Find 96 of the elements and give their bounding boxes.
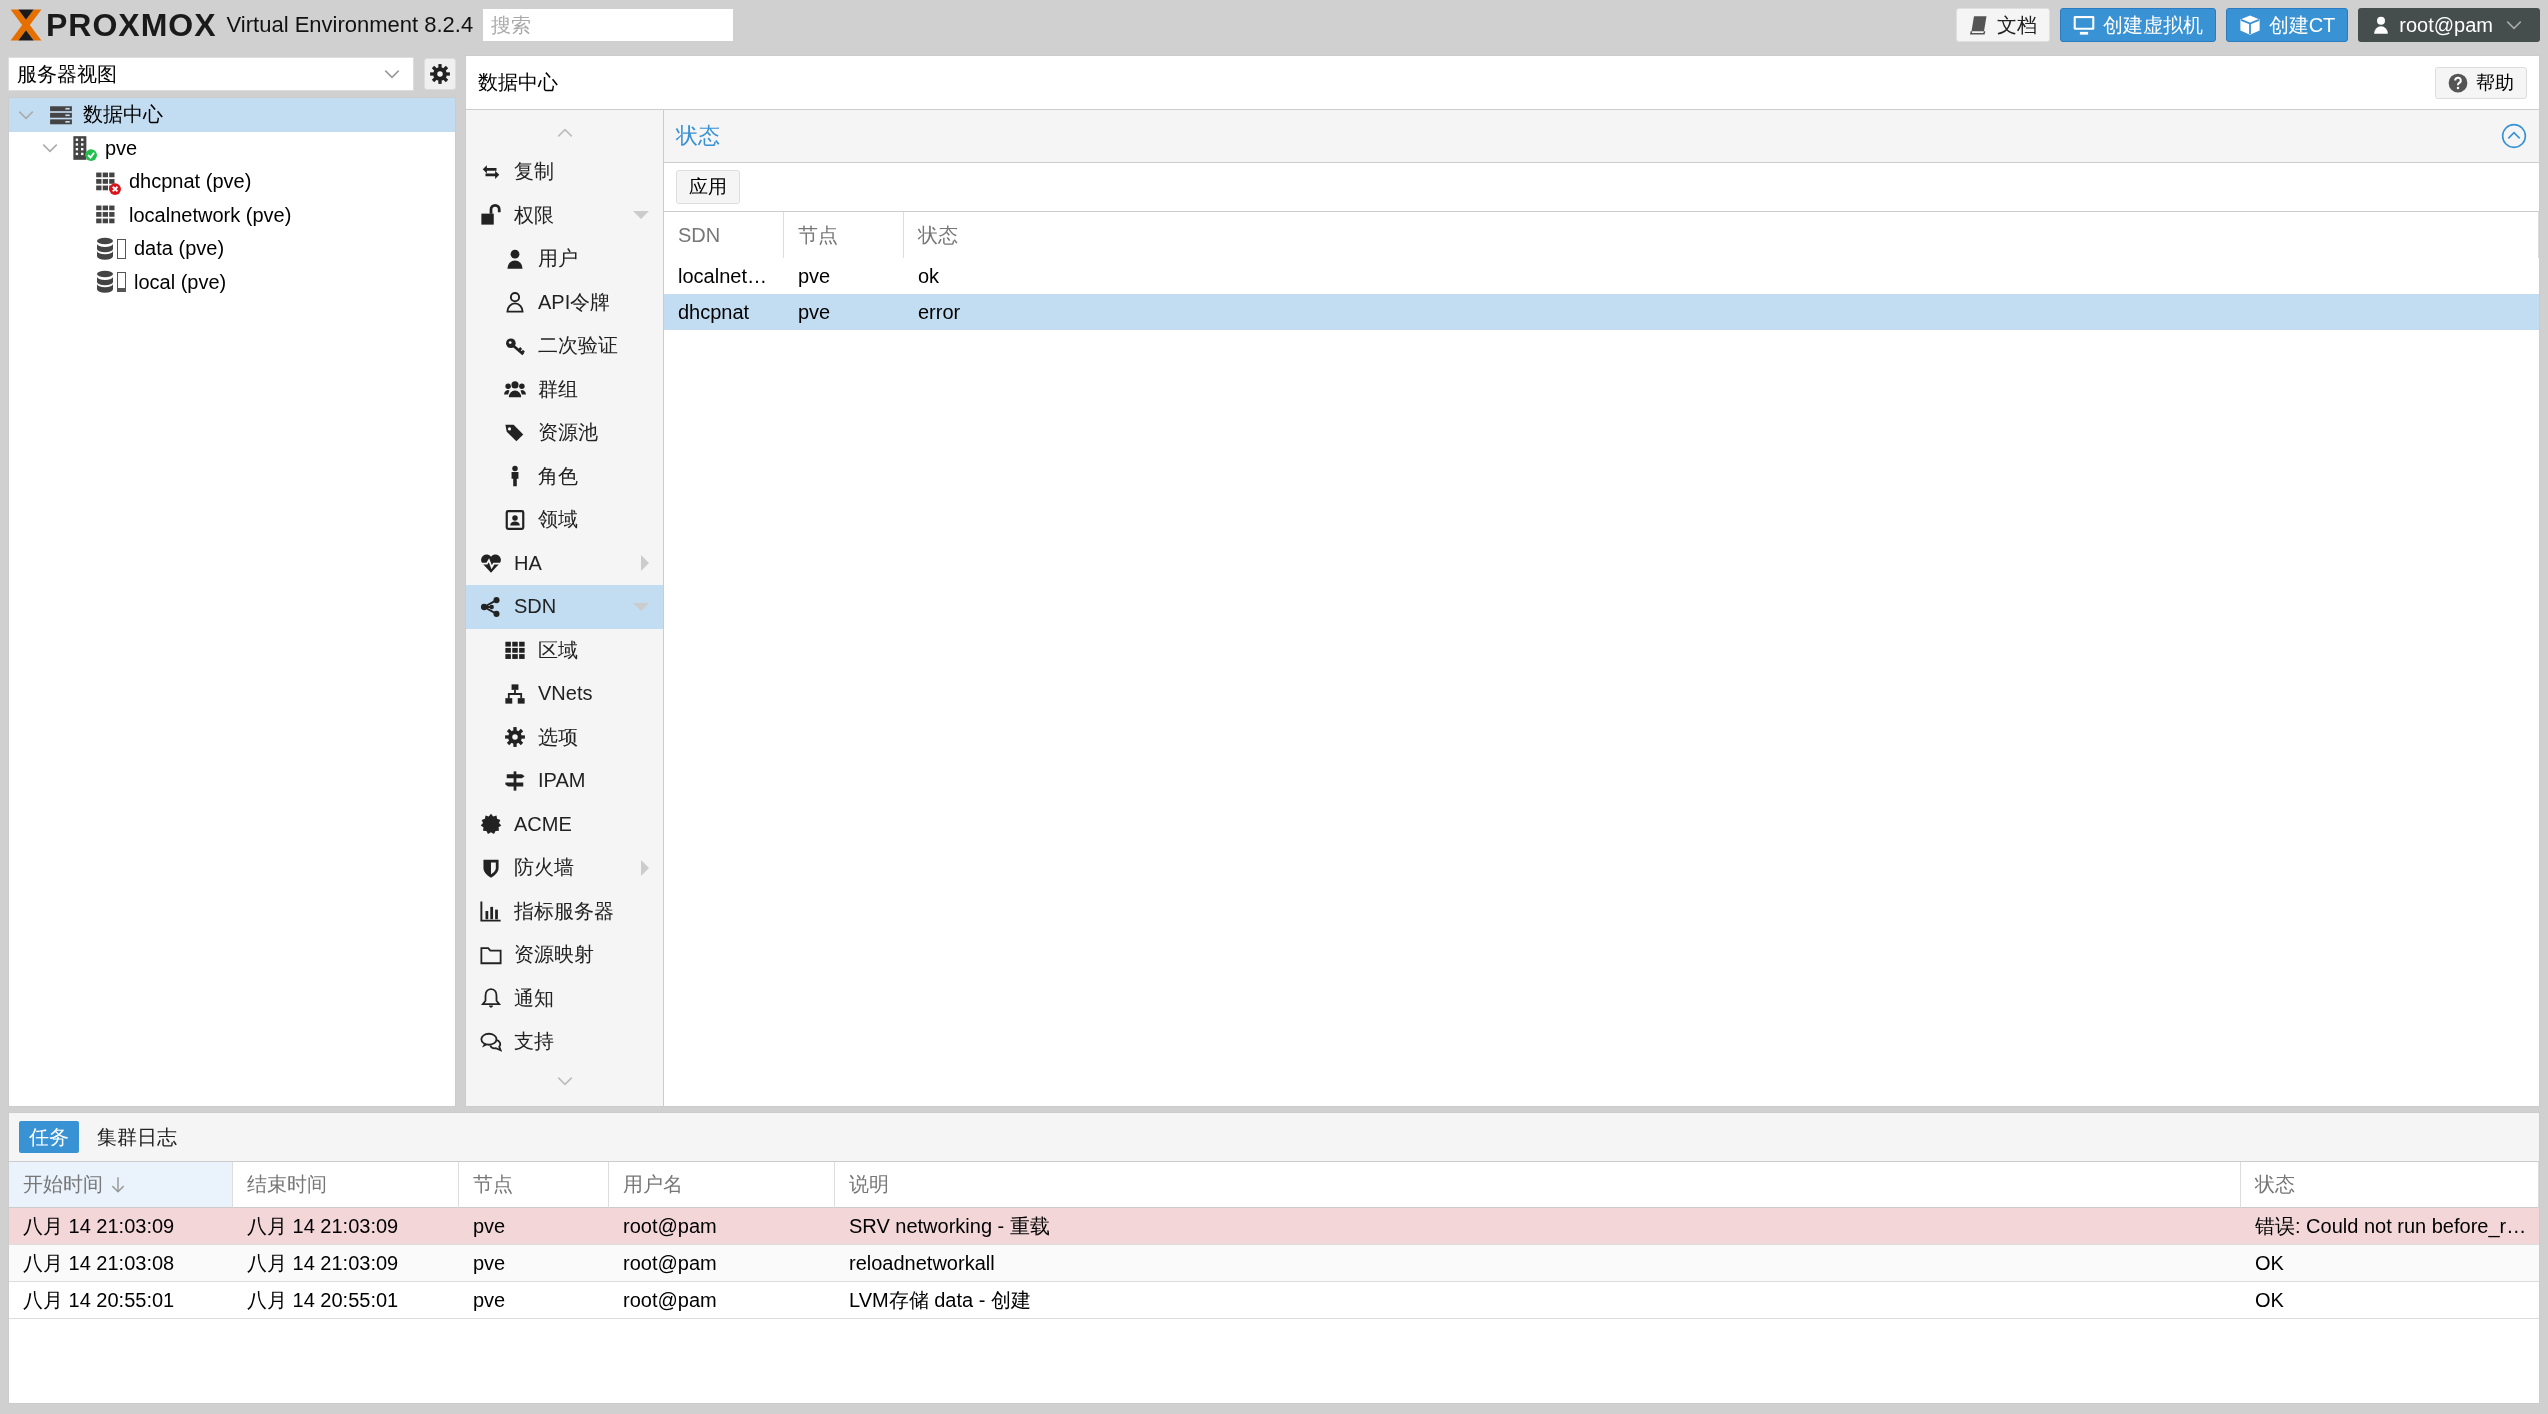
usage-meter	[117, 238, 126, 259]
tab[interactable]: 集群日志	[87, 1121, 187, 1153]
table-cell[interactable]: OK	[2241, 1282, 2539, 1319]
nav-item[interactable]: HA	[466, 541, 663, 585]
table-cell[interactable]: 八月 14 21:03:09	[9, 1208, 233, 1245]
table-cell[interactable]: pve	[784, 294, 904, 330]
nav-item[interactable]: ACME	[466, 802, 663, 846]
cube-icon	[2238, 14, 2261, 36]
table-cell[interactable]: 八月 14 20:55:01	[233, 1282, 459, 1319]
nav-item[interactable]: SDN	[466, 585, 663, 629]
tree-item[interactable]: 数据中心	[83, 101, 163, 129]
signpost-icon	[504, 769, 526, 792]
chat-bubbles-icon	[480, 1030, 502, 1053]
table-cell[interactable]: 八月 14 21:03:09	[233, 1245, 459, 1282]
tree-item[interactable]: local (pve)	[134, 270, 227, 294]
nav-item[interactable]: 指标服务器	[466, 889, 663, 933]
tree-item[interactable]: data (pve)	[134, 237, 225, 261]
user-outline-icon	[504, 291, 526, 314]
book-icon	[1968, 15, 1989, 35]
table-cell[interactable]: localnet…	[664, 258, 784, 294]
column-header[interactable]: 开始时间	[9, 1162, 233, 1208]
table-cell[interactable]: pve	[459, 1282, 609, 1319]
tree-item[interactable]: dhcpnat (pve)	[129, 170, 252, 194]
table-cell[interactable]: OK	[2241, 1245, 2539, 1282]
table-cell[interactable]: 八月 14 20:55:01	[9, 1282, 233, 1319]
nav-item[interactable]: 支持	[466, 1020, 663, 1064]
column-header[interactable]: 状态	[904, 212, 2539, 258]
table-cell[interactable]: LVM存储 data - 创建	[835, 1282, 2241, 1319]
table-cell[interactable]: pve	[459, 1245, 609, 1282]
table-cell[interactable]: root@pam	[609, 1208, 835, 1245]
caret-right-icon	[641, 859, 649, 876]
column-header[interactable]: SDN	[664, 212, 784, 258]
collapse-icon	[2501, 123, 2527, 149]
table-cell[interactable]: pve	[459, 1208, 609, 1245]
nav-item[interactable]: 防火墙	[466, 846, 663, 890]
nav-item[interactable]: 资源池	[466, 411, 663, 455]
question-circle-icon	[2448, 72, 2468, 93]
database-icon	[95, 236, 115, 261]
network-nodes-icon	[480, 595, 502, 618]
tree-item[interactable]: localnetwork (pve)	[129, 203, 292, 227]
table-cell[interactable]: dhcpnat	[664, 294, 784, 330]
bar-chart-icon	[480, 900, 502, 923]
table-cell[interactable]: SRV networking - 重载	[835, 1208, 2241, 1245]
logo-text: PROXMOX	[46, 6, 217, 44]
apply-button[interactable]: 应用	[676, 170, 740, 204]
nav-item[interactable]: 通知	[466, 976, 663, 1020]
help-button[interactable]: 帮助	[2435, 66, 2527, 99]
nav-item[interactable]: 复制	[466, 150, 663, 194]
address-book-icon	[504, 508, 526, 531]
search-field[interactable]: 搜索	[483, 9, 734, 41]
table-cell[interactable]: 八月 14 21:03:08	[9, 1245, 233, 1282]
sitemap-icon	[504, 682, 526, 705]
database-icon	[95, 270, 115, 295]
caret-right-icon	[641, 555, 649, 572]
table-cell[interactable]: pve	[784, 258, 904, 294]
nav-item[interactable]: IPAM	[466, 759, 663, 803]
nav-item[interactable]: 用户	[466, 237, 663, 281]
table-cell[interactable]: error	[904, 294, 2539, 330]
heartbeat-icon	[480, 552, 502, 575]
table-cell[interactable]: root@pam	[609, 1245, 835, 1282]
user-button[interactable]: root@pam	[2358, 8, 2540, 42]
gear-icon	[504, 726, 526, 749]
bell-icon	[480, 987, 502, 1010]
dropdown-caret-icon	[633, 602, 649, 611]
monitor-icon	[2072, 14, 2095, 36]
unlocked-padlock-icon	[480, 204, 502, 227]
panel-title: 状态	[676, 122, 720, 150]
table-cell[interactable]: 八月 14 21:03:09	[233, 1208, 459, 1245]
column-header[interactable]: 节点	[784, 212, 904, 258]
breadcrumb-text: 数据中心	[478, 70, 558, 95]
tree-item[interactable]: pve	[105, 136, 138, 160]
x-logo-icon	[8, 7, 44, 43]
nav-item[interactable]: VNets	[466, 672, 663, 716]
nav-item[interactable]: 选项	[466, 715, 663, 759]
nav-item[interactable]: 角色	[466, 454, 663, 498]
grid-icon	[504, 639, 526, 662]
nav-item[interactable]: 权限	[466, 193, 663, 237]
settings-button[interactable]	[424, 58, 456, 90]
table-cell[interactable]: 错误: Could not run before_r…	[2241, 1208, 2539, 1245]
nav-item[interactable]: 二次验证	[466, 324, 663, 368]
user-icon	[504, 247, 526, 270]
nav-item[interactable]: 群组	[466, 367, 663, 411]
version-text: Virtual Environment 8.2.4	[226, 12, 474, 38]
table-cell[interactable]: ok	[904, 258, 2539, 294]
certificate-icon	[480, 813, 502, 836]
building-check-icon	[71, 135, 97, 162]
table-cell[interactable]: root@pam	[609, 1282, 835, 1319]
usage-meter	[117, 272, 126, 293]
view-select[interactable]: 服务器视图	[8, 57, 414, 91]
table-cell[interactable]: reloadnetworkall	[835, 1245, 2241, 1282]
nav-item[interactable]: 资源映射	[466, 933, 663, 977]
nav-item[interactable]: API令牌	[466, 280, 663, 324]
docs-button[interactable]: 文档	[1955, 8, 2050, 42]
nav-item[interactable]: 区域	[466, 628, 663, 672]
nav-item[interactable]: 领域	[466, 498, 663, 542]
dropdown-caret-icon	[633, 211, 649, 220]
